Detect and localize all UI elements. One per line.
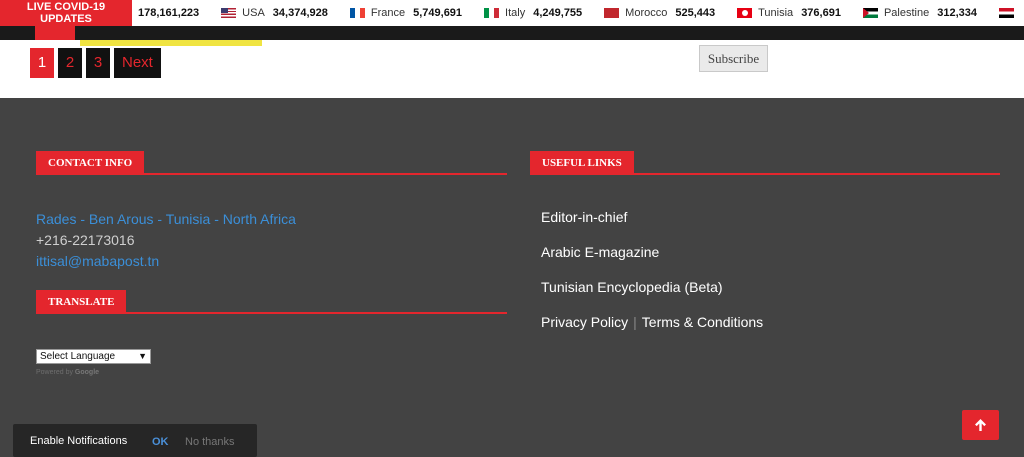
ticker-count: 5,749,691 (413, 7, 463, 19)
next-page-button[interactable]: Next (114, 48, 161, 78)
ticker-badge-line2: UPDATES (40, 13, 92, 25)
ticker-items: 178,161,223 USA 34,374,928 France 5,749,… (138, 0, 1024, 26)
notification-title: Enable Notifications (30, 435, 128, 447)
subscribe-button[interactable]: Subscribe (699, 45, 768, 72)
ticker-item-palestine: Palestine 312,334 (862, 7, 977, 19)
link-separator: | (633, 314, 637, 330)
useful-links: Editor-in-chief Arabic E-magazine Tunisi… (541, 208, 763, 348)
morocco-flag-icon (604, 8, 620, 18)
tunisia-flag-icon (737, 8, 753, 18)
ticker-count: 4,249,755 (533, 7, 583, 19)
language-select-value: Select Language (40, 351, 116, 362)
ticker-item-italy: Italy 4,249,755 (484, 7, 582, 19)
email-link[interactable]: ittisal@mabapost.tn (36, 251, 296, 272)
contact-info-label: CONTACT INFO (36, 151, 145, 175)
us-flag-icon (221, 8, 237, 18)
covid-ticker: LIVE COVID-19 UPDATES 178,161,223 USA 34… (0, 0, 1024, 26)
link-editor-in-chief[interactable]: Editor-in-chief (541, 208, 763, 243)
useful-links-label: USEFUL LINKS (530, 151, 634, 175)
ticker-count: 34,374,928 (272, 7, 328, 19)
ticker-country: Morocco (625, 7, 668, 19)
ticker-item-world: 178,161,223 (138, 7, 199, 19)
notification-no-thanks-button[interactable]: No thanks (185, 436, 235, 448)
france-flag-icon (349, 8, 365, 18)
chevron-down-icon: ▼ (138, 351, 147, 361)
link-privacy-policy[interactable]: Privacy Policy (541, 314, 628, 330)
legal-links: Privacy Policy | Terms & Conditions (541, 313, 763, 348)
ticker-count: 178,161,223 (138, 7, 200, 19)
header-yellow-strip (80, 40, 262, 46)
ticker-item-usa: USA 34,374,928 (221, 7, 328, 19)
ticker-country: Italy (505, 7, 526, 19)
link-terms-conditions[interactable]: Terms & Conditions (642, 314, 763, 330)
ticker-count: 376,691 (801, 7, 841, 19)
header-red-tab (35, 26, 75, 40)
useful-links-heading: USEFUL LINKS (530, 151, 1000, 175)
palestine-flag-icon (862, 8, 878, 18)
italy-flag-icon (484, 8, 500, 18)
contact-info: Rades - Ben Arous - Tunisia - North Afri… (36, 209, 296, 272)
arrow-up-icon (975, 419, 986, 431)
egypt-flag-icon (998, 8, 1014, 18)
link-tunisian-encyclopedia[interactable]: Tunisian Encyclopedia (Beta) (541, 278, 763, 313)
ticker-badge-line1: LIVE COVID-19 (26, 1, 106, 13)
ticker-item-egypt (998, 8, 1014, 18)
address-link[interactable]: Rades - Ben Arous - Tunisia - North Afri… (36, 209, 296, 230)
ticker-item-morocco: Morocco 525,443 (604, 7, 715, 19)
translate-heading: TRANSLATE (36, 290, 507, 314)
ticker-country: Palestine (883, 7, 930, 19)
link-arabic-emagazine[interactable]: Arabic E-magazine (541, 243, 763, 278)
translate-label: TRANSLATE (36, 290, 127, 314)
pagination: 1 2 3 Next (30, 48, 165, 78)
page-3-button[interactable]: 3 (86, 48, 110, 78)
header-strip (0, 26, 1024, 40)
powered-by-text: Powered by (36, 369, 73, 376)
notification-ok-button[interactable]: OK (152, 436, 169, 448)
language-select[interactable]: Select Language ▼ (36, 349, 151, 364)
notification-prompt: Enable Notifications OK No thanks (13, 424, 257, 457)
phone-number: +216-22173016 (36, 232, 135, 248)
powered-by-google: Powered by Google (36, 369, 99, 376)
ticker-item-france: France 5,749,691 (349, 7, 463, 19)
page-1-button[interactable]: 1 (30, 48, 54, 78)
ticker-item-tunisia: Tunisia 376,691 (737, 7, 841, 19)
ticker-country: France (370, 7, 406, 19)
page-2-button[interactable]: 2 (58, 48, 82, 78)
ticker-country: USA (242, 7, 265, 19)
contact-info-heading: CONTACT INFO (36, 151, 507, 175)
scroll-to-top-button[interactable] (962, 410, 999, 440)
ticker-count: 312,334 (937, 7, 977, 19)
covid-ticker-badge: LIVE COVID-19 UPDATES (0, 0, 132, 26)
ticker-country: Tunisia (758, 7, 794, 19)
google-logo[interactable]: Google (75, 369, 99, 376)
ticker-count: 525,443 (675, 7, 716, 19)
